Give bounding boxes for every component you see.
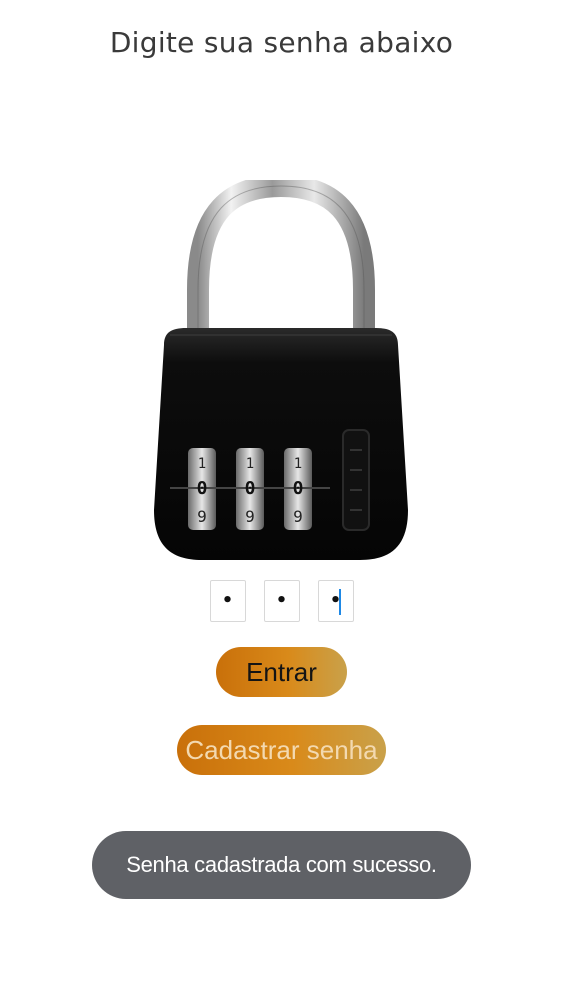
wheel-digit-bottom-3: 9 <box>293 507 303 526</box>
pin-field-2[interactable]: • <box>263 580 300 622</box>
wheel-digit-top-2: 1 <box>246 456 254 472</box>
wheel-digit-bottom-2: 9 <box>245 507 255 526</box>
padlock-icon: 1 1 1 0 0 0 9 9 9 <box>154 174 408 560</box>
wheel-digit-3: 0 <box>293 478 304 499</box>
register-password-button[interactable]: Cadastrar senha <box>177 725 386 775</box>
pin-field-3[interactable]: • <box>317 580 354 622</box>
wheel-digit-top-3: 1 <box>294 456 302 472</box>
password-pin-inputs: • • • <box>0 580 563 622</box>
toast-notification: Senha cadastrada com sucesso. <box>92 831 471 899</box>
enter-button[interactable]: Entrar <box>216 647 347 697</box>
pin-value-1: • <box>221 590 234 611</box>
page-title: Digite sua senha abaixo <box>109 26 454 59</box>
wheel-digit-top-1: 1 <box>198 456 206 472</box>
pin-field-1[interactable]: • <box>209 580 246 622</box>
text-cursor <box>338 589 341 615</box>
padlock-image: 1 1 1 0 0 0 9 9 9 <box>150 174 412 568</box>
pin-value-2: • <box>275 590 288 611</box>
wheel-digit-2: 0 <box>245 478 256 499</box>
wheel-digit-bottom-1: 9 <box>197 507 207 526</box>
combination-wheels: 1 1 1 0 0 0 9 9 9 <box>170 448 330 530</box>
toast-message: Senha cadastrada com sucesso. <box>126 852 437 877</box>
wheel-digit-1: 0 <box>197 478 208 499</box>
